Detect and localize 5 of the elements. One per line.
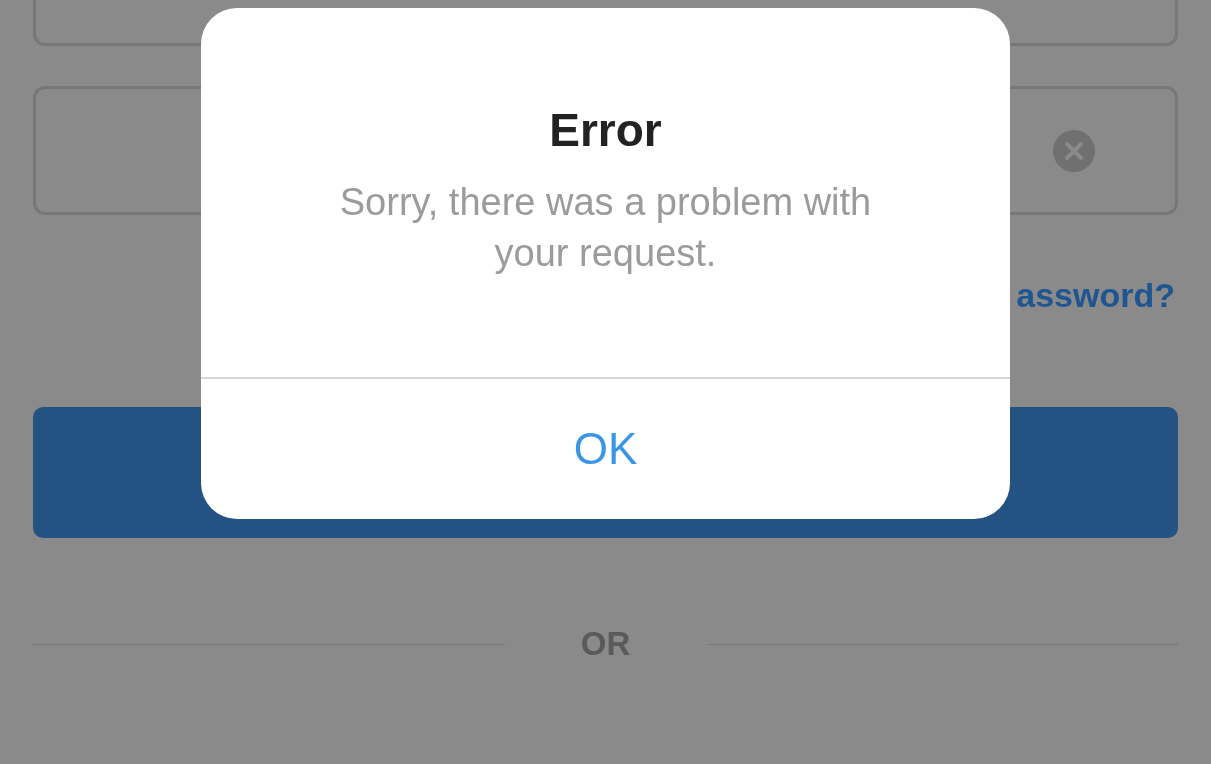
clear-icon[interactable] <box>1053 129 1095 172</box>
dialog-message: Sorry, there was a problem with your request. <box>338 180 873 276</box>
ok-button[interactable]: OK <box>201 379 1010 519</box>
dialog-title: Error <box>549 103 662 157</box>
forgot-password-link[interactable]: assword? <box>1016 275 1178 315</box>
